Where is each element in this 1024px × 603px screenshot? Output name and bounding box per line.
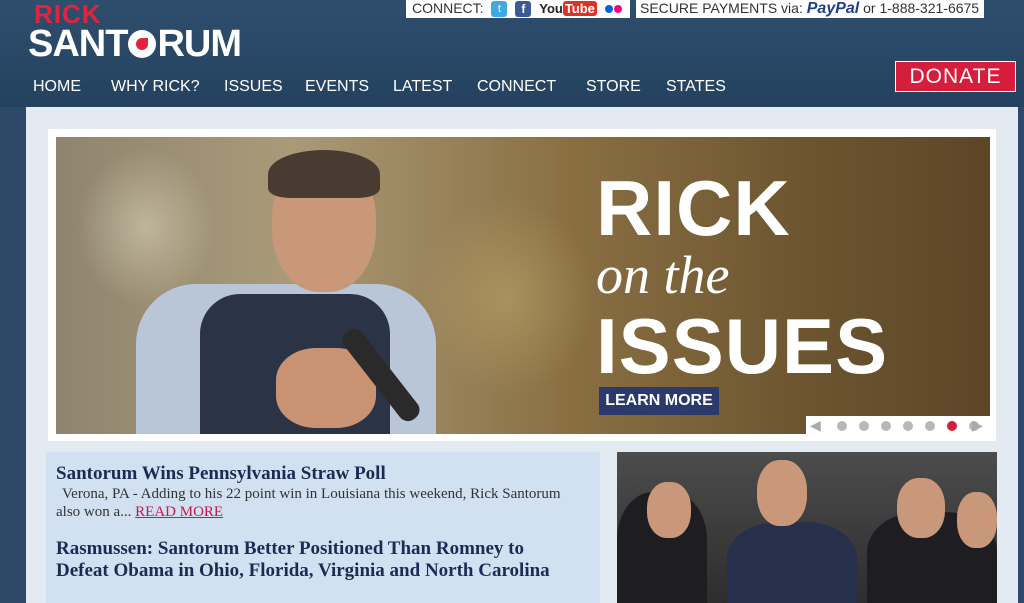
nav-why-rick[interactable]: WHY RICK? [111,78,200,96]
news-title[interactable]: Rasmussen: Santorum Better Positioned Th… [56,538,576,582]
slide-dot[interactable] [925,421,935,431]
nav-issues[interactable]: ISSUES [224,78,283,96]
youtube-icon[interactable]: You Tube [539,1,597,17]
read-more-link[interactable]: READ MORE [135,504,223,520]
slide-dot[interactable] [859,421,869,431]
logo-eagle-icon [128,30,157,58]
hero-headline-issues: ISSUES [596,302,889,390]
news-excerpt: Verona, PA - Adding to his 22 point win … [56,485,576,521]
nav-store[interactable]: STORE [586,78,641,96]
news-excerpt-text: Verona, PA - Adding to his 22 point win … [56,486,561,520]
nav-states[interactable]: STATES [666,78,726,96]
nav-connect[interactable]: CONNECT [477,78,556,96]
hero-headline-on-the: on the [596,245,730,305]
youtube-text-a: You [539,1,563,17]
slide-dot-active[interactable] [947,421,957,431]
campaign-photo[interactable] [617,452,997,603]
twitter-icon[interactable]: t [491,1,508,18]
secure-payments-bar: SECURE PAYMENTS via: PayPal or 1-888-321… [636,0,984,18]
slide-dot[interactable] [881,421,891,431]
crowd-face [897,478,945,538]
logo-main-right: RUM [157,23,242,65]
prev-arrow-icon[interactable]: ◀ [810,417,821,434]
connect-label: CONNECT: [412,0,484,16]
logo-santorum[interactable]: SANT RUM [28,23,242,65]
facebook-icon[interactable]: f [515,1,532,18]
paypal-logo[interactable]: PayPal [807,0,859,17]
secure-label: SECURE PAYMENTS via: [640,0,803,16]
connect-bar: CONNECT: t f You Tube [406,0,630,18]
candidate-vest [727,522,857,603]
speaker-figure [136,150,496,434]
donate-button[interactable]: DONATE [895,61,1016,92]
candidate-face [757,460,807,526]
slide-dot[interactable] [837,421,847,431]
flickr-icon[interactable] [604,4,623,14]
news-title[interactable]: Santorum Wins Pennsylvania Straw Poll [56,463,386,485]
logo-main-left: SANT [28,23,128,65]
speaker-hair [268,150,380,198]
youtube-text-b: Tube [562,1,597,17]
nav-latest[interactable]: LATEST [393,78,452,96]
hero-headline-rick: RICK [596,164,791,252]
learn-more-button[interactable]: LEARN MORE [599,387,719,415]
next-arrow-icon[interactable]: ▶ [972,417,983,434]
crowd-face [647,482,691,538]
crowd-face [957,492,997,548]
phone-number: or 1-888-321-6675 [863,0,980,16]
nav-events[interactable]: EVENTS [305,78,369,96]
slide-dot[interactable] [903,421,913,431]
slider-pagination: ◀ ▶ [806,416,990,436]
news-list: Santorum Wins Pennsylvania Straw Poll Ve… [46,452,600,603]
nav-home[interactable]: HOME [33,78,81,96]
